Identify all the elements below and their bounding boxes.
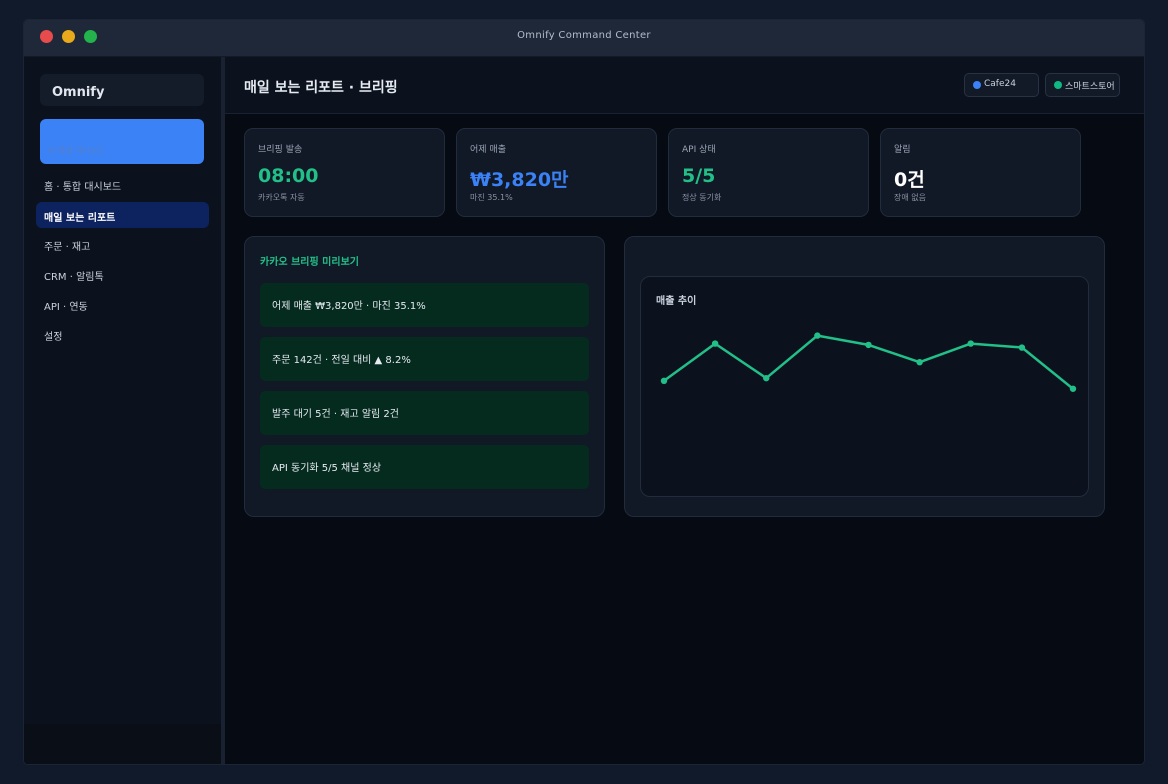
briefing-text: 주문 142건 · 전일 대비 ▲ 8.2%: [272, 355, 411, 366]
data-point: [711, 340, 719, 347]
stat-sub: 장애 없음: [894, 193, 926, 202]
sidebar-footer: [24, 724, 221, 764]
data-point: [916, 358, 923, 366]
kakao-briefing-panel: 카카오 브리핑 미리보기 어제 매출 ₩3,820만 · 마진 35.1% 주문…: [244, 236, 605, 517]
promo-banner[interactable]: AI 통합 대시보드: [40, 119, 204, 164]
channel-label: 스마트스토어: [1065, 82, 1115, 92]
page-header: 매일 보는 리포트 · 브리핑 Cafe24 스마트스토어: [225, 57, 1144, 114]
sidebar-item-label: 매일 보는 리포트: [44, 213, 116, 224]
status-dot-icon: [973, 81, 981, 89]
briefing-text: API 동기화 5/5 채널 정상: [272, 463, 382, 474]
sidebar-item-orders-inventory[interactable]: 주문 · 재고: [36, 231, 209, 257]
briefing-row: 주문 142건 · 전일 대비 ▲ 8.2%: [260, 337, 589, 381]
sidebar-item-label: API · 연동: [44, 302, 88, 313]
stat-value: 0건: [894, 169, 925, 191]
window-title: Omnify Command Center: [517, 30, 651, 41]
stat-card-alerts: 알림 0건 장애 없음: [880, 128, 1081, 217]
stat-value: ₩3,820만: [470, 169, 569, 191]
stat-label: 어제 매출: [470, 145, 506, 155]
stat-label: 브리핑 발송: [258, 145, 303, 155]
stat-sub: 정상 동기화: [682, 193, 722, 202]
line-chart: [660, 332, 1077, 392]
sidebar-item-api[interactable]: API · 연동: [36, 291, 209, 317]
briefing-text: 어제 매출 ₩3,820만 · 마진 35.1%: [272, 301, 426, 312]
channel-pill-cafe24[interactable]: Cafe24: [964, 73, 1039, 97]
data-point: [814, 332, 821, 339]
briefing-row: API 동기화 5/5 채널 정상: [260, 445, 589, 489]
sidebar-item-home[interactable]: 홈 · 통합 대시보드: [36, 171, 209, 197]
stat-card-briefing: 브리핑 발송 08:00 카카오톡 자동: [244, 128, 445, 217]
briefing-row: 발주 대기 5건 · 재고 알림 2건: [260, 391, 589, 435]
data-point: [763, 374, 770, 382]
channel-label: Cafe24: [984, 79, 1016, 89]
revenue-chart-panel: 매출 추이: [624, 236, 1105, 517]
sidebar-item-label: 홈 · 통합 대시보드: [44, 182, 122, 193]
promo-text: AI 통합 대시보드: [48, 146, 106, 155]
data-point: [865, 341, 872, 349]
panel-title: 카카오 브리핑 미리보기: [260, 257, 359, 268]
briefing-row: 어제 매출 ₩3,820만 · 마진 35.1%: [260, 283, 589, 327]
stat-card-api-status: API 상태 5/5 정상 동기화: [668, 128, 869, 217]
stat-card-revenue: 어제 매출 ₩3,820만 마진 35.1%: [456, 128, 657, 217]
sidebar-item-crm[interactable]: CRM · 알림톡: [36, 261, 209, 287]
sidebar-item-label: 주문 · 재고: [44, 242, 91, 253]
data-point: [1018, 344, 1026, 351]
brand-name: Omnify: [52, 85, 105, 100]
stat-label: API 상태: [682, 145, 716, 155]
sidebar-item-label: 설정: [44, 332, 63, 343]
brand-logo[interactable]: Omnify: [40, 74, 204, 106]
title-bar: Omnify Command Center: [24, 20, 1144, 57]
stat-sub: 마진 35.1%: [470, 193, 513, 202]
chart-container: 매출 추이: [640, 276, 1089, 497]
sidebar: Omnify AI 통합 대시보드 홈 · 통합 대시보드 매일 보는 리포트 …: [24, 57, 225, 764]
stat-label: 알림: [894, 145, 911, 155]
app-window: Omnify Command Center Omnify AI 통합 대시보드 …: [24, 20, 1144, 764]
sidebar-item-daily-report[interactable]: 매일 보는 리포트: [36, 202, 209, 228]
data-point: [1069, 385, 1077, 392]
data-point: [967, 340, 974, 347]
status-dot-icon: [1054, 81, 1062, 89]
stat-value: 08:00: [258, 165, 319, 187]
sidebar-item-label: CRM · 알림톡: [44, 272, 104, 283]
data-point: [660, 377, 668, 384]
channel-pill-smartstore[interactable]: 스마트스토어: [1045, 73, 1120, 97]
stat-value: 5/5: [682, 165, 716, 187]
page-title: 매일 보는 리포트 · 브리핑: [244, 80, 398, 96]
stat-sub: 카카오톡 자동: [258, 193, 305, 202]
briefing-text: 발주 대기 5건 · 재고 알림 2건: [272, 409, 399, 420]
sidebar-item-settings[interactable]: 설정: [36, 321, 209, 347]
